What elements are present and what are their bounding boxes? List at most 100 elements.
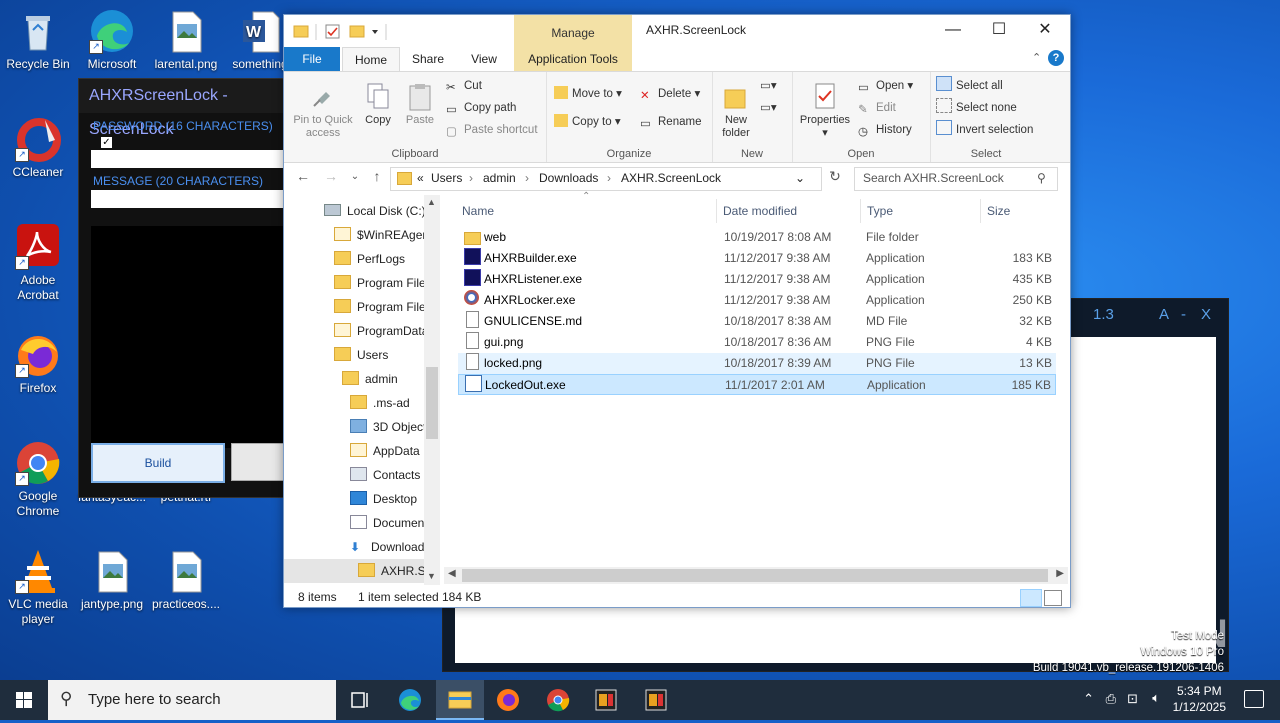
scroll-up-icon[interactable]: ▲ [427, 197, 436, 207]
build-button[interactable]: Build [91, 443, 225, 483]
refresh-icon[interactable]: ↻ [824, 168, 846, 188]
search-input[interactable]: Search AXHR.ScreenLock ⚲ [854, 167, 1058, 191]
up-arrow-icon[interactable]: ↑ [366, 168, 388, 188]
nav-item-axhr[interactable]: AXHR.Sc [284, 559, 432, 583]
nav-item-program-files-x86[interactable]: Program Files [334, 295, 432, 319]
ahxr-builder-window[interactable]: AHXRScreenLock - ScreenLock PASSWORD (16… [78, 78, 300, 498]
breadcrumb-axhr[interactable]: AXHR.ScreenLock [621, 171, 721, 185]
file-row[interactable]: GNULICENSE.md 10/18/2017 8:38 AM MD File… [458, 311, 1056, 332]
tab-view[interactable]: View [458, 47, 510, 71]
tab-share[interactable]: Share [400, 47, 456, 71]
nav-item-documents[interactable]: Documents [350, 511, 434, 535]
nav-item-users[interactable]: Users [334, 343, 388, 367]
large-icons-view-icon[interactable] [1044, 590, 1062, 606]
select-all-button[interactable]: Select all [936, 76, 1003, 96]
nav-item-winreagent[interactable]: $WinREAgent [334, 223, 432, 247]
tab-file[interactable]: File [284, 47, 340, 71]
desktop-icon-larental[interactable]: larental.png [148, 8, 224, 72]
file-row[interactable]: web 10/19/2017 8:08 AM File folder [458, 227, 1056, 248]
pin-quick-access-button[interactable]: Pin to Quick access [290, 82, 356, 140]
password-field[interactable] [91, 150, 287, 168]
desktop-icon-recycle-bin[interactable]: Recycle Bin [0, 8, 76, 72]
column-name[interactable]: Name [462, 199, 494, 223]
maximize-button[interactable]: ☐ [976, 15, 1022, 45]
desktop-icon-adobe-acrobat[interactable]: ↗ Adobe Acrobat [0, 224, 76, 303]
nav-item-programdata[interactable]: ProgramData [334, 319, 428, 343]
locked-minimize-button[interactable]: - [1181, 306, 1186, 323]
volume-icon[interactable]: 🔈︎ [1152, 690, 1160, 706]
address-dropdown-icon[interactable]: ⌄ [795, 171, 805, 185]
message-field[interactable] [91, 190, 287, 208]
breadcrumb-users[interactable]: Users [431, 171, 462, 185]
network-icon[interactable]: ⊡ [1127, 691, 1138, 707]
nav-item-3d-objects[interactable]: 3D Objects [350, 415, 432, 439]
edit-button[interactable]: ✎ Edit [858, 98, 896, 118]
start-button[interactable] [0, 680, 48, 720]
easy-access-button[interactable]: ▭▾ [760, 98, 777, 118]
nav-item-admin[interactable]: admin [342, 367, 398, 391]
scroll-down-icon[interactable]: ▼ [427, 571, 436, 581]
close-button[interactable]: ✕ [1022, 15, 1068, 45]
file-row[interactable]: AHXRLocker.exe 11/12/2017 9:38 AM Applic… [458, 290, 1056, 311]
tray-chevron-icon[interactable]: ⌃ [1083, 691, 1094, 707]
tray-device-icon[interactable]: ⎙ [1106, 691, 1116, 707]
paste-button[interactable]: Paste [402, 82, 438, 127]
history-button[interactable]: ◷ History [858, 120, 912, 140]
nav-item-local-disk[interactable]: Local Disk (C:) [324, 199, 426, 223]
nav-item-contacts[interactable]: Contacts [350, 463, 420, 487]
invert-selection-button[interactable]: Invert selection [936, 120, 1033, 140]
notifications-icon[interactable] [1244, 690, 1264, 708]
scrollbar-thumb[interactable] [462, 569, 1048, 582]
locked-a-button[interactable]: A [1159, 306, 1169, 323]
nav-item-desktop[interactable]: Desktop [350, 487, 417, 511]
properties-button[interactable]: Properties ▾ [798, 82, 852, 140]
desktop-icon-firefox[interactable]: ↗ Firefox [0, 332, 76, 396]
scroll-right-icon[interactable]: ▶ [1056, 568, 1064, 579]
desktop-icon-ccleaner[interactable]: ↗ CCleaner [0, 116, 76, 180]
desktop-icon-vlc[interactable]: ↗ VLC media player [0, 548, 76, 627]
quick-access-toolbar-icon[interactable] [292, 22, 392, 42]
column-date-modified[interactable]: Date modified [716, 199, 797, 223]
password-checkbox[interactable]: ✓ [101, 137, 112, 148]
taskbar-search-box[interactable]: ⚲ Type here to search [48, 680, 336, 720]
cut-button[interactable]: ✂ Cut [446, 76, 482, 96]
minimize-button[interactable]: — [930, 15, 976, 45]
file-explorer-window[interactable]: Manage AXHR.ScreenLock — ☐ ✕ File Home S… [283, 14, 1071, 608]
file-row[interactable]: AHXRBuilder.exe 11/12/2017 9:38 AM Appli… [458, 248, 1056, 269]
open-button[interactable]: ▭ Open ▾ [858, 76, 913, 96]
paste-shortcut-button[interactable]: ▢ Paste shortcut [446, 120, 538, 140]
horizontal-scrollbar[interactable]: ◀ ▶ [444, 567, 1068, 584]
collapse-ribbon-icon[interactable]: ⌃ [1032, 51, 1041, 64]
file-row[interactable]: AHXRListener.exe 11/12/2017 9:38 AM Appl… [458, 269, 1056, 290]
nav-item-program-files[interactable]: Program Files [334, 271, 432, 295]
task-view-button[interactable] [336, 680, 384, 720]
desktop-icon-chrome[interactable]: ↗ Google Chrome [0, 440, 76, 519]
breadcrumb-downloads[interactable]: Downloads [539, 171, 598, 185]
file-row[interactable]: gui.png 10/18/2017 8:36 AM PNG File 4 KB [458, 332, 1056, 353]
nav-item-perflogs[interactable]: PerfLogs [334, 247, 405, 271]
desktop-icon-practiceos[interactable]: practiceos.... [148, 548, 224, 612]
new-folder-button[interactable]: New folder [716, 82, 756, 140]
column-size[interactable]: Size [980, 199, 1010, 223]
file-row-selected[interactable]: LockedOut.exe 11/1/2017 2:01 AM Applicat… [458, 374, 1056, 395]
copy-button[interactable]: Copy [360, 82, 396, 127]
navigation-scrollbar[interactable]: ▲ ▼ [424, 195, 440, 585]
breadcrumb-admin[interactable]: admin [483, 171, 516, 185]
scroll-left-icon[interactable]: ◀ [448, 568, 456, 579]
select-none-button[interactable]: Select none [936, 98, 1017, 118]
taskbar-app-2[interactable] [632, 680, 680, 720]
back-arrow-icon[interactable]: ← [292, 168, 314, 188]
taskbar-clock[interactable]: 5:34 PM 1/12/2025 [1173, 683, 1226, 715]
taskbar-file-explorer[interactable] [436, 680, 484, 720]
move-to-button[interactable]: Move to ▾ [554, 84, 622, 104]
taskbar-chrome[interactable] [534, 680, 582, 720]
nav-item-appdata[interactable]: AppData [350, 439, 420, 463]
address-bar[interactable]: « Users › admin › Downloads › AXHR.Scree… [390, 167, 822, 191]
column-type[interactable]: Type [860, 199, 893, 223]
taskbar-firefox[interactable] [484, 680, 532, 720]
file-row[interactable]: locked.png 10/18/2017 8:39 AM PNG File 1… [458, 353, 1056, 374]
desktop-icon-jantype[interactable]: jantype.png [74, 548, 150, 612]
locked-close-button[interactable]: X [1201, 306, 1211, 323]
copy-to-button[interactable]: Copy to ▾ [554, 112, 621, 132]
taskbar-edge[interactable] [386, 680, 434, 720]
